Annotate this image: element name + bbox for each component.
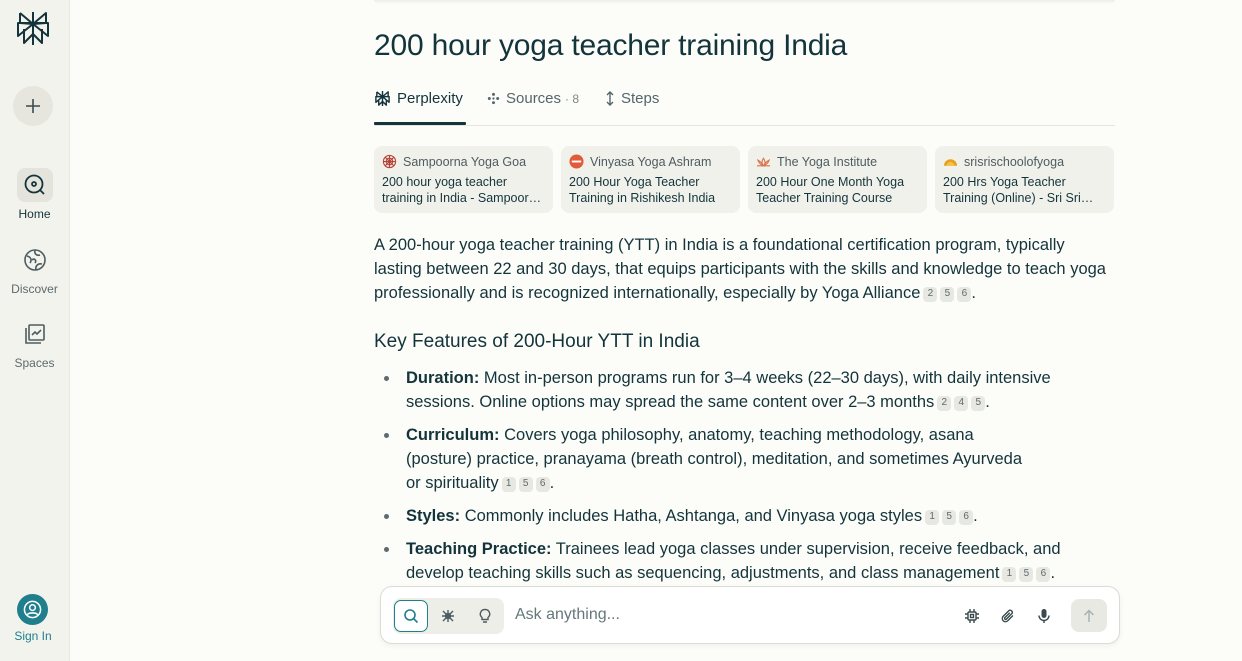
source-header: Sampoorna Yoga Goa [382,154,545,169]
voice-button[interactable] [1033,605,1055,627]
list-item-label: Curriculum: [406,426,500,444]
search-mode-button[interactable] [394,600,428,632]
sign-in-link[interactable]: Sign In [0,629,66,643]
list-item: Curriculum: Covers yoga philosophy, anat… [374,423,1115,495]
plus-icon [26,99,40,113]
sidebar-item-home[interactable]: Home [0,168,69,221]
citation-badge[interactable]: 1 [501,477,516,492]
list-item-label: Duration: [406,369,480,387]
citation-badge[interactable]: 5 [518,477,533,492]
avatar[interactable] [17,594,48,625]
lightbulb-icon [479,608,491,623]
answer-text: A 200-hour yoga teacher training (YTT) i… [374,236,1106,302]
scroll-fade [374,0,1115,4]
citation-badge[interactable]: 2 [923,287,938,302]
mandala-icon [382,154,397,169]
sun-icon [943,154,958,169]
paperclip-icon [1001,609,1014,623]
sidebar-item-discover[interactable]: Discover [0,243,69,296]
ask-bar [380,586,1120,644]
citation-badge[interactable]: 5 [1019,567,1034,582]
perplexity-icon [374,90,391,107]
source-site: The Yoga Institute [777,154,878,169]
citation-badge[interactable]: 6 [959,510,974,525]
page-title: 200 hour yoga teacher training India [374,29,848,62]
section-heading: Key Features of 200-Hour YTT in India [374,331,700,352]
source-header: Vinyasa Yoga Ashram [569,154,732,169]
active-tab-indicator [374,122,466,125]
list-item: Styles: Commonly includes Hatha, Ashtang… [374,504,1115,528]
search-circle-icon [16,168,53,202]
user-icon [23,600,42,619]
list-item: Duration: Most in-person programs run fo… [374,366,1115,414]
citation-badge[interactable]: 2 [937,396,952,411]
tab-perplexity[interactable]: Perplexity [374,90,463,107]
source-title: 200 Hrs Yoga Teacher Training (Online) -… [943,175,1081,205]
source-card[interactable]: Sampoorna Yoga Goa 200 hour yoga teacher… [374,146,553,213]
sidebar-item-label: Home [18,207,51,221]
model-chip-button[interactable] [961,605,983,627]
citation-badge[interactable]: 5 [940,287,955,302]
source-header: srisrischoolofyoga [943,154,1106,169]
list-item: Teaching Practice: Trainees lead yoga cl… [374,537,1115,585]
spaces-icon [17,317,53,351]
citation-badge[interactable]: 1 [925,510,940,525]
sources-count: · 8 [565,91,580,106]
thread-tabs: Perplexity Sources · 8 Steps [374,86,1115,126]
sidebar-item-label: Discover [11,282,58,296]
citation-badge[interactable]: 6 [535,477,550,492]
source-title: 200 hour yoga teacher training in India … [382,175,543,205]
citation-badge[interactable]: 5 [942,510,957,525]
citation-badge[interactable]: 6 [1036,567,1051,582]
steps-icon [605,91,615,106]
sidebar: Home Discover Spaces Sign In [0,0,69,661]
source-card[interactable]: The Yoga Institute 200 Hour One Month Yo… [748,146,927,213]
source-header: The Yoga Institute [756,154,919,169]
research-icon [442,610,454,622]
circle-logo-icon [569,154,584,169]
citation-badge[interactable]: 6 [957,287,972,302]
microphone-icon [1038,609,1050,623]
answer-intro: A 200-hour yoga teacher training (YTT) i… [374,236,1106,302]
source-title: 200 Hour Yoga Teacher Training in Rishik… [569,175,716,205]
tab-label: Steps [621,90,660,107]
sidebar-item-spaces[interactable]: Spaces [0,317,69,370]
tab-steps[interactable]: Steps [605,90,659,107]
chip-icon [965,609,979,623]
source-card[interactable]: srisrischoolofyoga 200 Hrs Yoga Teacher … [935,146,1114,213]
arrow-up-icon [1083,608,1095,622]
sources-icon [487,92,500,105]
lotus-icon [756,154,771,169]
source-title: 200 Hour One Month Yoga Teacher Training… [756,175,905,205]
sidebar-item-label: Spaces [14,356,55,370]
list-item-text: Commonly includes Hatha, Ashtanga, and V… [464,507,923,525]
source-card[interactable]: Vinyasa Yoga Ashram 200 Hour Yoga Teache… [561,146,740,213]
tab-label: Perplexity [397,90,463,107]
citation-badge[interactable]: 1 [1002,567,1017,582]
research-mode-button[interactable] [431,600,465,632]
search-mode-toggle [393,598,504,634]
citation-badge[interactable]: 4 [954,396,969,411]
sources-row: Sampoorna Yoga Goa 200 hour yoga teacher… [374,146,1115,214]
source-site: Vinyasa Yoga Ashram [590,154,712,169]
citation-badge[interactable]: 5 [971,396,986,411]
tab-label: Sources [506,90,562,107]
new-thread-button[interactable] [13,86,53,126]
source-site: srisrischoolofyoga [964,154,1065,169]
globe-icon [17,243,53,277]
labs-mode-button[interactable] [468,600,502,632]
list-item-label: Styles: [406,507,461,525]
ask-input[interactable] [515,603,915,627]
attach-button[interactable] [997,605,1019,627]
tab-sources[interactable]: Sources · 8 [487,90,579,107]
source-site: Sampoorna Yoga Goa [403,154,527,169]
list-item-label: Teaching Practice: [406,540,552,558]
submit-button[interactable] [1071,599,1107,632]
search-icon [404,609,419,624]
features-list: Duration: Most in-person programs run fo… [374,366,1115,594]
main-panel: 200 hour yoga teacher training India Per… [69,0,1242,661]
perplexity-logo-icon[interactable] [15,9,51,47]
